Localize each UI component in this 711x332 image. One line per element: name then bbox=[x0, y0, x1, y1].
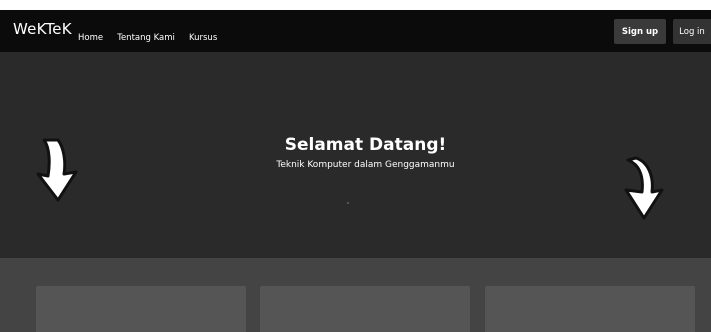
nav-links: Home Tentang Kami Kursus bbox=[78, 25, 226, 44]
navbar: WeKTeK Home Tentang Kami Kursus Sign up … bbox=[0, 10, 711, 52]
hero-section: Selamat Datang! Teknik Komputer dalam Ge… bbox=[0, 52, 711, 258]
hero-title: Selamat Datang! bbox=[284, 135, 447, 155]
nav-link-home[interactable]: Home bbox=[78, 33, 103, 43]
course-card[interactable] bbox=[36, 286, 246, 332]
signup-button[interactable]: Sign up bbox=[614, 19, 666, 44]
brand-logo[interactable]: WeKTeK bbox=[13, 20, 72, 38]
course-cards bbox=[0, 286, 711, 332]
nav-link-kursus[interactable]: Kursus bbox=[189, 33, 217, 43]
decorative-dot bbox=[347, 202, 349, 204]
page: WeKTeK Home Tentang Kami Kursus Sign up … bbox=[0, 10, 711, 332]
course-card[interactable] bbox=[260, 286, 470, 332]
course-card[interactable] bbox=[485, 286, 695, 332]
nav-link-tentang-kami[interactable]: Tentang Kami bbox=[117, 33, 175, 43]
hero-subtitle: Teknik Komputer dalam Genggamanmu bbox=[276, 160, 455, 170]
login-button[interactable]: Log in bbox=[673, 19, 711, 44]
